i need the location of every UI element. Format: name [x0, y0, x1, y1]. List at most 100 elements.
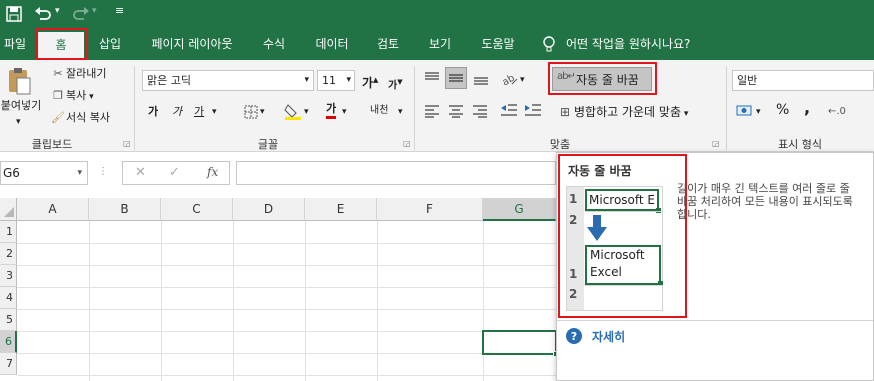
align-left-icon[interactable]: [424, 104, 440, 118]
grow-font-button[interactable]: 가▲: [362, 72, 378, 91]
number-format-combo[interactable]: 일반: [732, 70, 874, 91]
font-color-dropdown-icon[interactable]: ▾: [342, 104, 347, 120]
column-header-e[interactable]: E: [305, 198, 377, 221]
copy-button[interactable]: ❐ 복사 ▾: [50, 88, 94, 105]
row-header-2[interactable]: 2: [0, 243, 17, 265]
select-all-corner[interactable]: [0, 198, 17, 221]
clipboard-group-label: 클립보드: [31, 138, 73, 151]
column-header-b[interactable]: B: [89, 198, 161, 221]
tell-me-more-link[interactable]: 자세히: [592, 328, 625, 345]
row-header-6[interactable]: 6: [0, 331, 17, 353]
tab-insert[interactable]: 삽입: [92, 28, 128, 60]
align-middle-icon: [449, 74, 463, 82]
borders-icon[interactable]: [244, 105, 258, 119]
borders-dropdown-icon[interactable]: ▾: [260, 104, 265, 120]
fill-color-icon[interactable]: [284, 102, 302, 120]
enter-check-icon[interactable]: ✓: [169, 165, 180, 180]
column-header-f[interactable]: F: [377, 198, 483, 221]
align-bottom-icon[interactable]: [473, 70, 489, 86]
comma-button[interactable]: ,: [804, 100, 810, 116]
tab-help[interactable]: 도움말: [474, 28, 522, 60]
tab-formulas[interactable]: 수식: [256, 28, 292, 60]
alignment-dialog-launcher-icon[interactable]: ◲: [712, 139, 720, 148]
font-dialog-launcher-icon[interactable]: ◲: [403, 139, 411, 148]
svg-text:?: ?: [571, 330, 577, 343]
gridline: [17, 353, 557, 354]
increase-decimal-icon: ←.0: [828, 106, 846, 117]
phonetic-dropdown-icon[interactable]: ▾: [398, 104, 403, 120]
accounting-format-icon[interactable]: [736, 104, 754, 118]
quick-access-toolbar: ▾ ▾ ≡: [0, 0, 874, 28]
gridline: [17, 375, 557, 376]
paste-icon[interactable]: [6, 66, 32, 96]
align-center-icon[interactable]: [448, 104, 464, 118]
undo-icon[interactable]: [34, 5, 52, 21]
column-header-g[interactable]: G: [483, 198, 556, 221]
underline-dropdown-icon[interactable]: ▾: [212, 104, 217, 120]
font-size-combo[interactable]: 11 ▾: [317, 70, 355, 91]
column-header-d[interactable]: D: [233, 198, 305, 221]
redo-dropdown-icon: ▾: [92, 6, 97, 16]
italic-button[interactable]: 가: [172, 104, 182, 120]
increase-decimal-button[interactable]: ←.0: [828, 104, 846, 120]
percent-button[interactable]: %: [776, 102, 789, 118]
increase-indent-icon[interactable]: [524, 103, 542, 119]
phonetic-button[interactable]: 내천: [370, 103, 388, 119]
undo-dropdown-icon[interactable]: ▾: [55, 6, 60, 16]
help-icon[interactable]: ?: [566, 328, 582, 344]
paste-button[interactable]: 붙여넣기: [0, 98, 42, 114]
align-middle-button[interactable]: [445, 67, 467, 89]
underline-button[interactable]: 가: [194, 104, 204, 120]
accounting-dropdown-icon[interactable]: ▾: [756, 104, 761, 120]
customize-qat-icon[interactable]: ≡: [115, 4, 124, 17]
font-color-button[interactable]: 가: [326, 102, 337, 119]
tab-review[interactable]: 검토: [370, 28, 406, 60]
align-right-icon[interactable]: [472, 104, 488, 118]
cut-button[interactable]: ✂ 잘라내기: [50, 66, 106, 82]
cancel-entry-icon[interactable]: ✕: [135, 165, 146, 180]
active-cell-g6[interactable]: [482, 330, 557, 355]
formula-bar-grip-icon: ⋮: [98, 166, 108, 177]
tell-me-search[interactable]: 어떤 작업을 원하시나요?: [566, 28, 706, 60]
divider: [134, 66, 135, 150]
align-top-icon[interactable]: [424, 70, 440, 86]
row-header-4[interactable]: 4: [0, 287, 17, 309]
font-name-combo[interactable]: 맑은 고딕 ▾: [142, 70, 314, 91]
brush-icon: 🖌: [51, 111, 65, 124]
shrink-font-button[interactable]: 가▼: [388, 74, 403, 94]
merge-center-button[interactable]: ⊞ 병합하고 가운데 맞춤 ▾: [556, 104, 688, 122]
formula-input[interactable]: [236, 161, 556, 185]
copy-icon: ❐: [53, 89, 63, 102]
row-header-7[interactable]: 7: [0, 353, 17, 375]
tab-file[interactable]: 파일: [0, 28, 30, 60]
row-header-3[interactable]: 3: [0, 265, 17, 287]
divider: [557, 320, 873, 321]
column-header-c[interactable]: C: [161, 198, 233, 221]
orientation-dropdown-icon[interactable]: ▾: [520, 72, 525, 88]
insert-function-icon[interactable]: fx: [207, 165, 218, 179]
bold-button[interactable]: 가: [148, 104, 158, 120]
clipboard-dialog-launcher-icon[interactable]: ◲: [123, 139, 131, 148]
save-icon[interactable]: [6, 6, 22, 22]
tab-data[interactable]: 데이터: [308, 28, 356, 60]
paste-dropdown-icon[interactable]: ▾: [16, 114, 21, 130]
gridline: [483, 221, 484, 381]
gridline: [233, 221, 234, 381]
orientation-icon[interactable]: ab: [500, 70, 518, 86]
gridline: [17, 287, 557, 288]
fill-color-dropdown-icon[interactable]: ▾: [304, 104, 309, 120]
format-painter-button[interactable]: 🖌서식 복사: [50, 110, 110, 126]
tab-page-layout[interactable]: 페이지 레이아웃: [144, 28, 240, 60]
merge-icon: ⊞: [559, 105, 571, 119]
decrease-indent-icon[interactable]: [500, 103, 518, 119]
row-header-1[interactable]: 1: [0, 221, 17, 243]
divider: [726, 66, 727, 150]
redo-icon[interactable]: [72, 5, 90, 21]
tab-view[interactable]: 보기: [422, 28, 458, 60]
divider: [414, 66, 415, 150]
row-header-5[interactable]: 5: [0, 309, 17, 331]
wrap-text-highlight: [548, 62, 657, 95]
column-header-a[interactable]: A: [17, 198, 89, 221]
name-box[interactable]: G6 ▾: [0, 161, 88, 185]
gridline: [17, 265, 557, 266]
